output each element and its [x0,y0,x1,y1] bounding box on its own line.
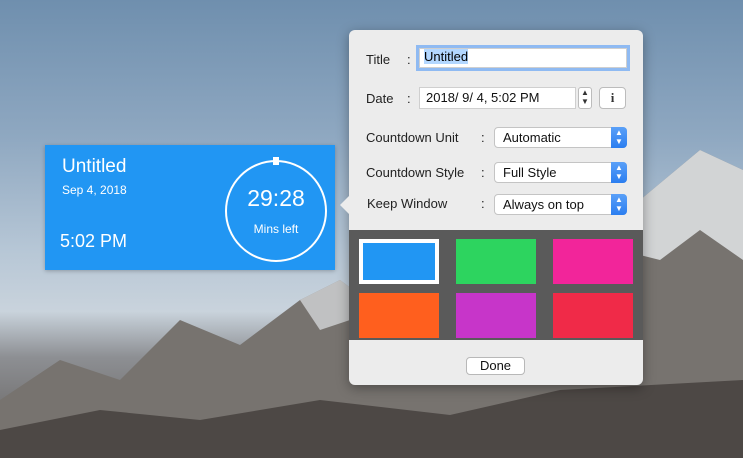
popup-chevrons-icon: ▲ ▼ [611,162,627,183]
widget-date: Sep 4, 2018 [62,183,127,197]
info-button[interactable]: i [599,87,626,109]
countdown-unit-value: Automatic [503,130,561,145]
color-swatch-green[interactable] [456,239,536,284]
countdown-unit-select[interactable]: Automatic ▲ ▼ [494,127,627,148]
title-input[interactable]: Untitled [419,48,627,68]
countdown-style-colon: : [481,165,485,180]
countdown-style-select[interactable]: Full Style ▲ ▼ [494,162,627,183]
countdown-value: 29:28 [247,185,305,211]
date-colon: : [407,91,411,106]
countdown-unit-label: Countdown Unit [366,130,459,145]
widget-time: 5:02 PM [60,231,128,251]
done-button[interactable]: Done [466,357,525,375]
date-label: Date [366,91,394,106]
popup-chevrons-icon: ▲ ▼ [611,127,627,148]
stepper-icon[interactable]: ▲ ▼ [578,87,592,109]
title-colon: : [407,52,411,67]
keep-window-select[interactable]: Always on top ▲ ▼ [494,194,627,215]
countdown-style-label: Countdown Style [366,165,465,180]
popup-chevrons-icon: ▲ ▼ [611,194,627,215]
countdown-unit-colon: : [481,130,485,145]
color-swatch-red[interactable] [553,293,633,338]
keep-window-value: Always on top [503,197,584,212]
settings-popover: Title : Untitled Date : 2018/ 9/ 4, 5:02… [340,30,643,385]
keep-window-label: Keep Window [367,196,448,211]
title-input-value: Untitled [424,49,469,64]
color-swatch-orange[interactable] [359,293,439,338]
color-swatch-blue[interactable] [359,239,439,284]
title-label: Title [366,52,391,67]
popover-arrow [340,195,350,215]
color-swatch-pink[interactable] [553,239,633,284]
countdown-label: Mins left [253,222,299,236]
widget-title: Untitled [62,156,127,177]
color-swatch-purple[interactable] [456,293,536,338]
countdown-style-value: Full Style [503,165,557,180]
countdown-widget[interactable]: Untitled Sep 4, 2018 5:02 PM 29:28 Mins … [45,145,335,270]
keep-window-colon: : [481,196,485,211]
date-picker[interactable]: 2018/ 9/ 4, 5:02 PM [419,87,576,109]
color-palette [349,230,643,340]
